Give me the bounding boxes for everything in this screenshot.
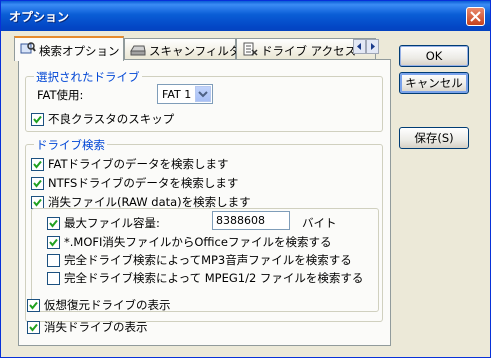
- options-dialog: オプション 検索オプション スキャンフィルタ ドライブ アクセス 選択されたドラ…: [0, 0, 491, 358]
- virtual-drives-checkbox[interactable]: 仮想復元ドライブの表示: [27, 297, 171, 313]
- close-icon: [470, 11, 481, 22]
- title-bar[interactable]: オプション: [1, 1, 490, 31]
- checkbox-box: [31, 112, 44, 126]
- tab-label: ドライブ アクセス: [261, 44, 357, 58]
- dropdown-arrow[interactable]: [195, 86, 211, 102]
- max-file-size-unit: バイト: [302, 216, 337, 230]
- checkbox-box: [47, 216, 60, 230]
- checkbox-box: [47, 253, 60, 267]
- ok-button[interactable]: OK: [399, 45, 469, 67]
- checkbox-label: 最大ファイル容量:: [64, 216, 160, 230]
- search-fat-checkbox[interactable]: FATドライブのデータを検索します: [31, 156, 229, 172]
- fat-select-value: FAT 1: [162, 88, 192, 101]
- search-ntfs-checkbox[interactable]: NTFSドライブのデータを検索します: [31, 175, 238, 191]
- checkbox-label: FATドライブのデータを検索します: [48, 157, 229, 171]
- mp3-search-checkbox[interactable]: 完全ドライブ検索によってMP3音声ファイルを検索する: [47, 252, 352, 268]
- tab-scroll-right-button[interactable]: [366, 39, 379, 54]
- fat-label: FAT使用:: [37, 88, 84, 102]
- checkbox-label: 完全ドライブ検索によってMP3音声ファイルを検索する: [64, 253, 352, 267]
- checkmark-icon: [29, 301, 38, 310]
- skip-bad-clusters-checkbox[interactable]: 不良クラスタのスキップ: [31, 111, 174, 127]
- tab-scroll-buttons: [353, 39, 381, 54]
- checkmark-icon: [29, 323, 38, 332]
- checkmark-icon: [49, 238, 58, 247]
- checkbox-label: *.MOFI消失ファイルからOfficeファイルを検索する: [64, 235, 332, 249]
- checkbox-label: 不良クラスタのスキップ: [48, 112, 175, 126]
- tab-scroll-left-button[interactable]: [353, 39, 366, 54]
- drive-tab-icon: [130, 42, 146, 59]
- checkbox-box: [47, 235, 60, 249]
- checkmark-icon: [49, 219, 58, 228]
- dialog-body: 検索オプション スキャンフィルタ ドライブ アクセス 選択されたドライブ FAT…: [4, 31, 487, 354]
- fat-select[interactable]: FAT 1: [157, 84, 213, 104]
- cancel-button[interactable]: キャンセル: [399, 72, 469, 94]
- max-file-size-input[interactable]: 8388608: [212, 211, 290, 230]
- checkbox-box: [27, 320, 40, 334]
- checkmark-icon: [33, 115, 42, 124]
- checkbox-label: 消失ドライブの表示: [44, 320, 148, 334]
- drive-access-tab-icon: [242, 42, 258, 59]
- window-title: オプション: [9, 10, 70, 24]
- group-label-drive-search: ドライブ検索: [34, 137, 107, 153]
- checkbox-box: [27, 298, 40, 312]
- checkbox-box: [31, 176, 44, 190]
- search-tab-icon: [20, 41, 36, 58]
- checkbox-box: [47, 271, 60, 285]
- checkbox-box: [31, 157, 44, 171]
- checkmark-icon: [33, 179, 42, 188]
- checkbox-label: 仮想復元ドライブの表示: [44, 298, 171, 312]
- tab-search-options[interactable]: 検索オプション: [14, 36, 124, 61]
- tab-label: スキャンフィルタ: [149, 44, 241, 58]
- checkmark-icon: [33, 160, 42, 169]
- tab-scan-filter[interactable]: スキャンフィルタ: [124, 38, 240, 59]
- checkbox-box: [31, 195, 44, 209]
- checkbox-label: 完全ドライブ検索によって MPEG1/2 ファイルを検索する: [64, 271, 364, 285]
- save-button[interactable]: 保存(S): [399, 127, 469, 149]
- checkmark-icon: [33, 198, 42, 207]
- tab-label: 検索オプション: [39, 44, 120, 58]
- checkbox-label: NTFSドライブのデータを検索します: [48, 176, 239, 190]
- lost-drives-checkbox[interactable]: 消失ドライブの表示: [27, 319, 148, 335]
- close-button[interactable]: [466, 7, 485, 26]
- group-label-selected-drive: 選択されたドライブ: [34, 69, 142, 85]
- mpeg-search-checkbox[interactable]: 完全ドライブ検索によって MPEG1/2 ファイルを検索する: [47, 270, 363, 286]
- arrow-left-icon: [357, 43, 361, 50]
- mof-office-checkbox[interactable]: *.MOFI消失ファイルからOfficeファイルを検索する: [47, 234, 331, 250]
- chevron-down-icon: [198, 91, 208, 98]
- max-file-size-checkbox[interactable]: 最大ファイル容量:: [47, 215, 160, 231]
- arrow-right-icon: [371, 43, 375, 50]
